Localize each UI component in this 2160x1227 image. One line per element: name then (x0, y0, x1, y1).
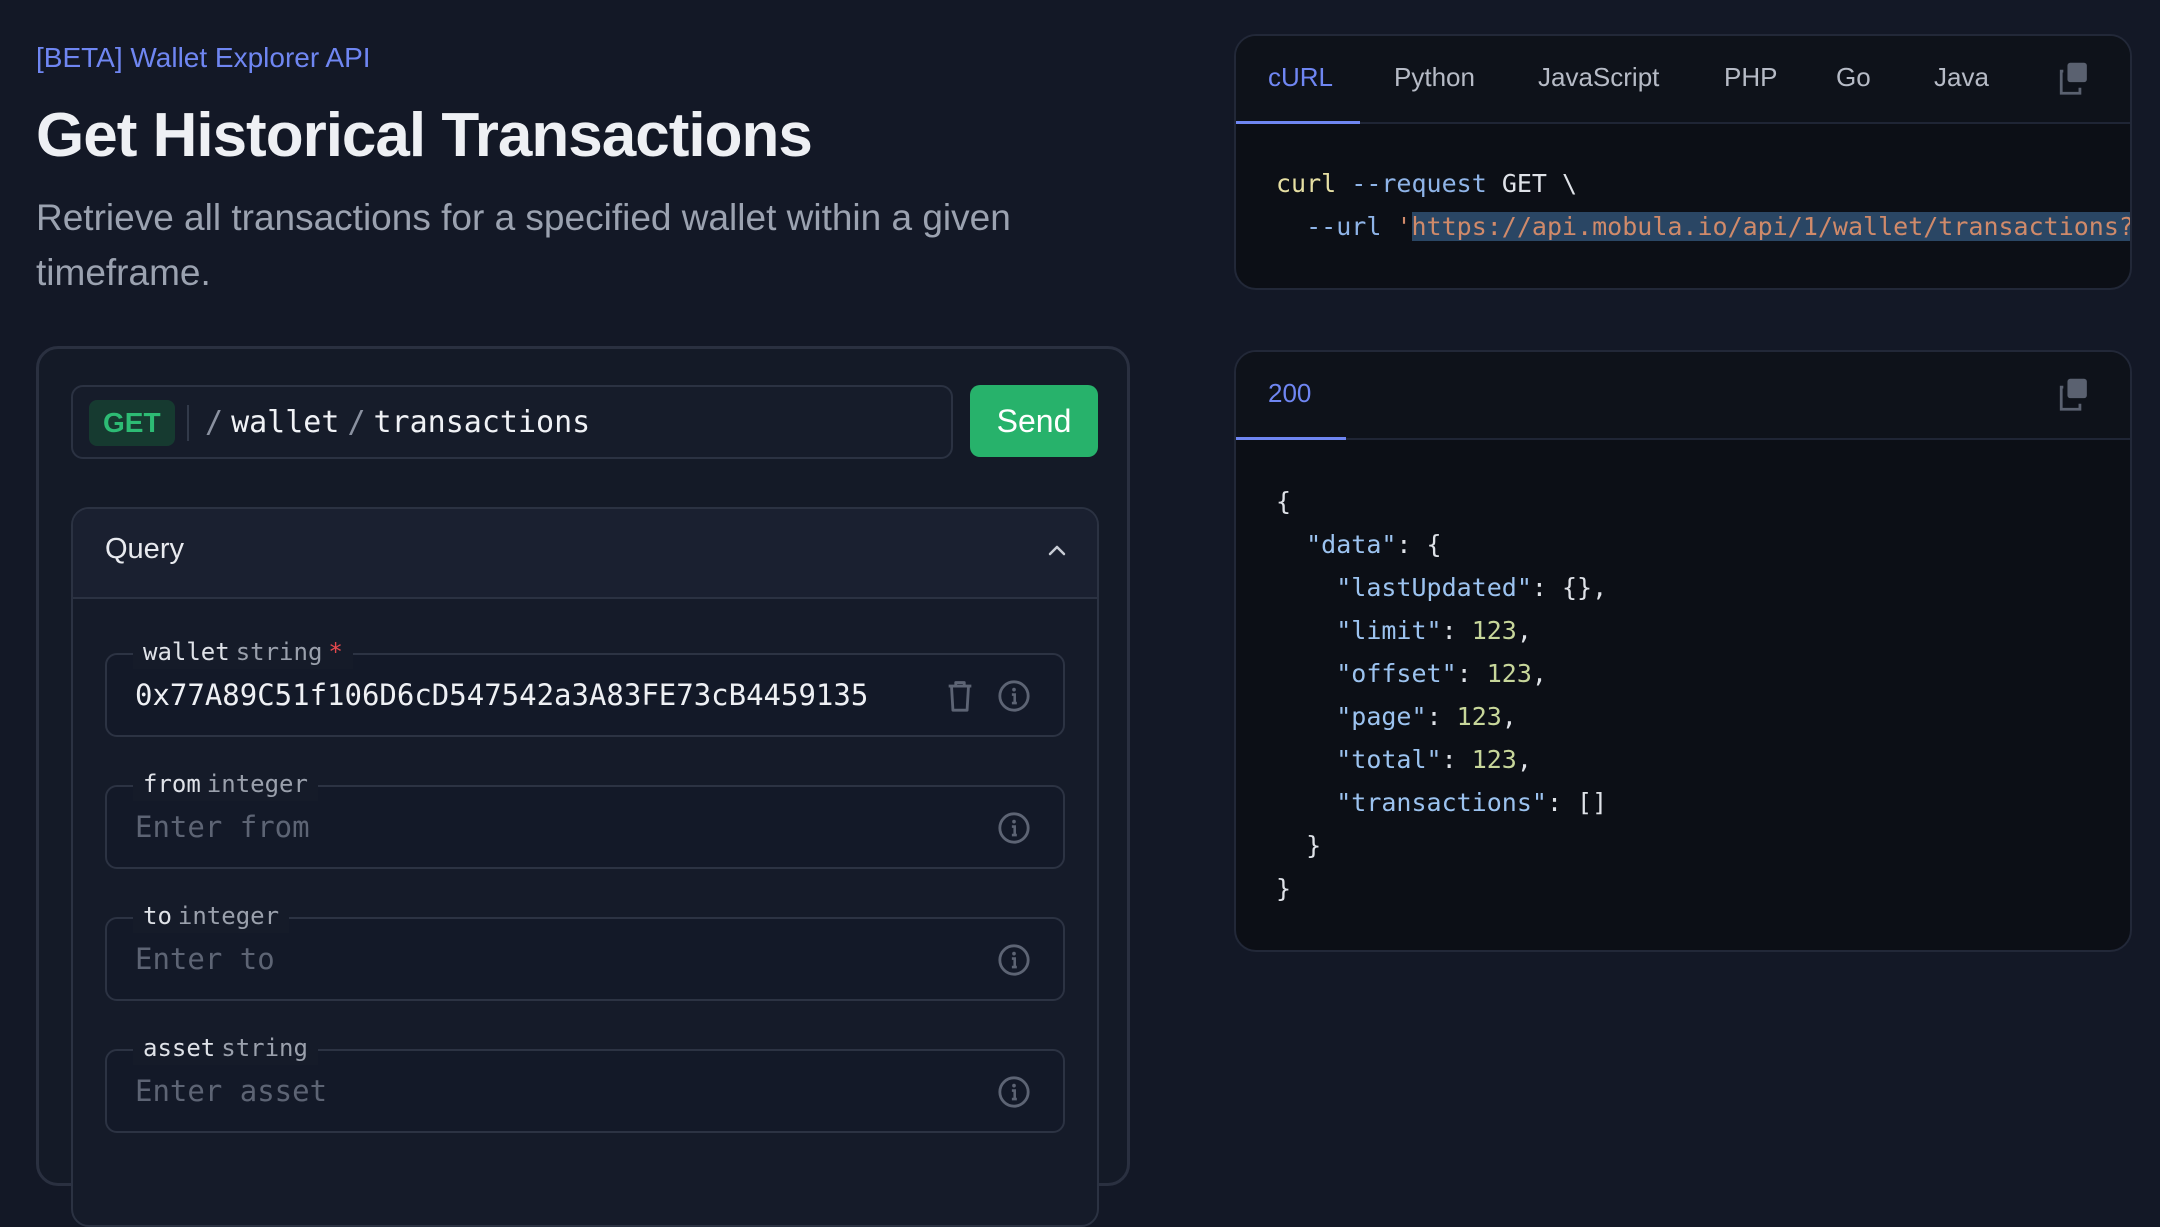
asset-field[interactable]: asset string Enter asset (105, 1031, 1065, 1133)
to-input[interactable]: Enter to (135, 941, 275, 977)
response-line: "page": 123, (1336, 702, 1517, 731)
active-tab-indicator (1236, 437, 1346, 440)
page-description: Retrieve all transactions for a specifie… (36, 197, 1011, 293)
code-sample-panel: cURL Python JavaScript PHP Go Java curl … (1234, 34, 2132, 290)
response-line: "total": 123, (1336, 745, 1532, 774)
active-tab-indicator (1236, 121, 1360, 124)
method-badge: GET (89, 400, 175, 446)
response-tabs: 200 (1236, 352, 2130, 440)
url-divider (187, 405, 189, 441)
path-segment-transactions: transactions (373, 405, 591, 440)
info-icon[interactable] (997, 679, 1031, 713)
path-segment-wallet: wallet (231, 405, 340, 440)
language-tabs: cURL Python JavaScript PHP Go Java (1236, 36, 2130, 124)
from-field[interactable]: from integer Enter from (105, 767, 1065, 869)
tab-status-200[interactable]: 200 (1268, 378, 1311, 409)
response-line: "transactions": [] (1336, 788, 1608, 817)
tab-javascript[interactable]: JavaScript (1538, 62, 1659, 93)
asset-input[interactable]: Enter asset (135, 1073, 327, 1109)
wallet-input[interactable]: 0x77A89C51f106D6cD547542a3A83FE73cB44591… (135, 677, 868, 713)
tab-curl[interactable]: cURL (1268, 62, 1333, 93)
send-button[interactable]: Send (970, 385, 1098, 457)
required-marker: * (328, 638, 343, 666)
chevron-up-icon[interactable] (1045, 539, 1069, 563)
breadcrumb[interactable]: [BETA] Wallet Explorer API (36, 42, 371, 74)
response-line: "data": { (1306, 530, 1442, 559)
info-icon[interactable] (997, 943, 1031, 977)
response-line: } (1276, 831, 1322, 860)
wallet-field[interactable]: wallet string * 0x77A89C51f106D6cD547542a3… (105, 635, 1065, 737)
from-input[interactable]: Enter from (135, 809, 310, 845)
response-line: "limit": 123, (1336, 616, 1532, 645)
copy-icon[interactable] (2056, 376, 2090, 412)
response-json: { "data": { "lastUpdated": {}, "limit": … (1276, 480, 1607, 910)
response-line: { (1276, 487, 1292, 516)
highlighted-url[interactable]: https://api.mobula.io/api/1/wallet/trans… (1411, 212, 2130, 241)
info-icon[interactable] (997, 1075, 1031, 1109)
request-card: GET / wallet / transactions Send Query wall… (36, 346, 1130, 1227)
asset-field-label: asset string (133, 1031, 318, 1065)
tab-java[interactable]: Java (1934, 62, 1989, 93)
curl-code: curl --request GET \ --url 'https://api.… (1276, 162, 2130, 248)
wallet-field-label: wallet string * (133, 635, 353, 669)
query-title: Query (105, 533, 184, 565)
to-field-label: to integer (133, 899, 290, 933)
tab-go[interactable]: Go (1836, 62, 1871, 93)
query-header[interactable]: Query (73, 509, 1097, 599)
url-bar[interactable]: GET / wallet / transactions (71, 385, 953, 459)
copy-icon[interactable] (2056, 60, 2090, 96)
response-line: "lastUpdated": {}, (1336, 573, 1608, 602)
tab-php[interactable]: PHP (1724, 62, 1777, 93)
query-section: Query wallet string * 0x77A89C51f106D6cD54… (71, 507, 1099, 1227)
info-icon[interactable] (997, 811, 1031, 845)
page-title: Get Historical Transactions (36, 101, 813, 170)
endpoint-path: / wallet / transactions (205, 405, 591, 440)
tab-python[interactable]: Python (1394, 62, 1475, 93)
response-line: } (1276, 874, 1292, 903)
response-panel: 200 { "data": { "lastUpdated": {}, "limi… (1234, 350, 2132, 952)
trash-icon[interactable] (943, 677, 977, 715)
from-field-label: from integer (133, 767, 318, 801)
response-line: "offset": 123, (1336, 659, 1547, 688)
to-field[interactable]: to integer Enter to (105, 899, 1065, 1001)
